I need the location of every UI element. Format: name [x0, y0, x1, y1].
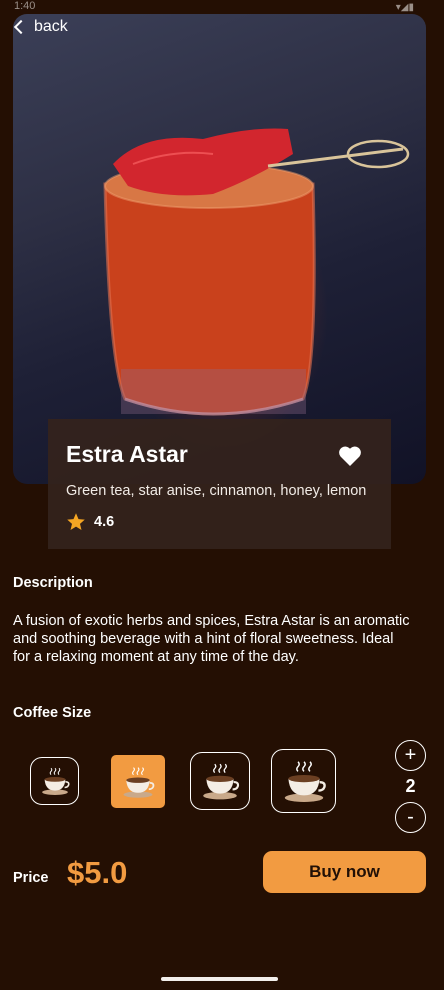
home-indicator[interactable] — [161, 977, 278, 981]
product-info-card: Estra Astar Green tea, star anise, cinna… — [48, 419, 391, 549]
price-value: $5.0 — [67, 855, 128, 890]
size-option-medium[interactable] — [111, 755, 165, 808]
size-option-small[interactable] — [30, 757, 79, 805]
description-text: A fusion of exotic herbs and spices, Est… — [13, 613, 410, 665]
coffee-cup-icon — [123, 766, 155, 798]
product-title: Estra Astar — [66, 441, 188, 467]
coffee-cup-icon — [203, 763, 240, 800]
price-label: Price — [13, 870, 49, 886]
product-rating: 4.6 — [66, 512, 114, 532]
product-ingredients: Green tea, star anise, cinnamon, honey, … — [66, 483, 367, 499]
description-heading: Description — [13, 575, 93, 591]
quantity-decrease-button[interactable]: - — [395, 802, 426, 833]
rating-value: 4.6 — [94, 514, 115, 530]
size-option-large[interactable] — [190, 752, 250, 810]
drink-illustration — [103, 128, 410, 416]
status-bar: 1:40 ▾◢▮ — [0, 0, 444, 14]
quantity-value: 2 — [405, 776, 416, 796]
heart-icon[interactable] — [338, 445, 362, 467]
product-image — [13, 14, 426, 484]
size-option-extra-large[interactable] — [271, 749, 336, 813]
quantity-increase-button[interactable]: + — [395, 740, 426, 771]
back-button[interactable]: back — [12, 18, 68, 36]
coffee-cup-icon — [284, 761, 326, 802]
buy-now-button[interactable]: Buy now — [263, 851, 426, 893]
star-icon — [67, 513, 85, 530]
chevron-left-icon — [13, 19, 29, 35]
status-time: 1:40 — [14, 0, 36, 12]
back-label: back — [34, 18, 68, 35]
status-icons: ▾◢▮ — [395, 2, 414, 13]
coffee-size-heading: Coffee Size — [13, 705, 92, 721]
coffee-cup-icon — [41, 767, 70, 795]
